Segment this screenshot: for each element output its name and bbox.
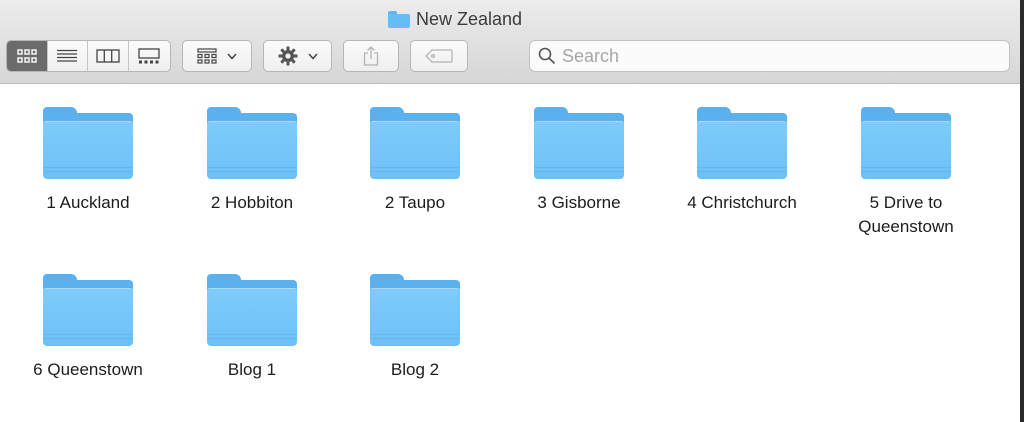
list-view-icon bbox=[57, 49, 78, 62]
icon-view-button[interactable] bbox=[7, 41, 48, 71]
tag-icon bbox=[425, 49, 453, 63]
folder-item[interactable]: 2 Hobbiton bbox=[177, 85, 327, 215]
search-field[interactable] bbox=[529, 40, 1010, 72]
folder-icon bbox=[43, 107, 133, 179]
folder-item[interactable]: 5 Drive to Queenstown bbox=[831, 85, 981, 239]
folder-label: Blog 2 bbox=[390, 360, 440, 379]
folder-icon bbox=[387, 10, 410, 28]
folder-icon bbox=[43, 274, 133, 346]
title-toolbar: New Zealand bbox=[0, 0, 1020, 84]
view-mode-control bbox=[6, 40, 171, 72]
folder-item[interactable]: 4 Christchurch bbox=[667, 85, 817, 215]
arrange-dropdown[interactable] bbox=[182, 40, 252, 72]
folder-item[interactable]: 1 Auckland bbox=[13, 85, 163, 215]
folder-icon bbox=[861, 107, 951, 179]
folder-item[interactable]: 2 Taupo bbox=[340, 85, 490, 215]
folder-grid: 1 Auckland 2 Hobbiton 2 Taupo 3 Gisborne… bbox=[0, 85, 1020, 422]
folder-icon bbox=[370, 107, 460, 179]
folder-label: 2 Hobbiton bbox=[210, 193, 294, 212]
folder-icon bbox=[207, 107, 297, 179]
icon-view-icon bbox=[17, 49, 37, 63]
folder-item[interactable]: Blog 1 bbox=[177, 252, 327, 382]
window-title: New Zealand bbox=[0, 7, 1020, 31]
gear-icon bbox=[278, 46, 297, 66]
folder-label: 4 Christchurch bbox=[687, 193, 797, 212]
folder-icon bbox=[370, 274, 460, 346]
folder-item[interactable]: 6 Queenstown bbox=[13, 252, 163, 382]
chevron-down-icon bbox=[307, 53, 318, 60]
share-button[interactable] bbox=[344, 41, 398, 71]
search-input[interactable] bbox=[562, 45, 982, 67]
window-edge bbox=[1020, 0, 1024, 422]
gallery-view-icon bbox=[138, 48, 160, 64]
chevron-down-icon bbox=[227, 53, 237, 60]
arrange-button[interactable] bbox=[183, 41, 251, 71]
grid-arrange-icon bbox=[197, 48, 217, 64]
folder-label: Blog 1 bbox=[227, 360, 277, 379]
gallery-view-button[interactable] bbox=[129, 41, 170, 71]
folder-icon bbox=[207, 274, 297, 346]
folder-icon bbox=[534, 107, 624, 179]
folder-label: 3 Gisborne bbox=[537, 193, 621, 212]
folder-item[interactable]: Blog 2 bbox=[340, 252, 490, 382]
folder-label: 6 Queenstown bbox=[33, 360, 143, 379]
finder-window: New Zealand Search 1 Auckland 2 Hobbiton… bbox=[0, 0, 1024, 422]
window-title-text: New Zealand bbox=[415, 8, 523, 29]
tag-control bbox=[410, 40, 468, 72]
folder-label: 2 Taupo bbox=[384, 193, 446, 212]
folder-label: 5 Drive to Queenstown bbox=[858, 193, 954, 236]
search-icon bbox=[538, 47, 556, 65]
column-view-button[interactable] bbox=[88, 41, 129, 71]
action-button[interactable] bbox=[264, 41, 331, 71]
tag-button[interactable] bbox=[411, 41, 467, 71]
share-control bbox=[343, 40, 399, 72]
column-view-icon bbox=[96, 49, 120, 63]
folder-label: 1 Auckland bbox=[46, 193, 130, 212]
action-dropdown[interactable] bbox=[263, 40, 332, 72]
folder-icon bbox=[697, 107, 787, 179]
share-icon bbox=[363, 46, 379, 66]
list-view-button[interactable] bbox=[48, 41, 88, 71]
folder-item[interactable]: 3 Gisborne bbox=[504, 85, 654, 215]
